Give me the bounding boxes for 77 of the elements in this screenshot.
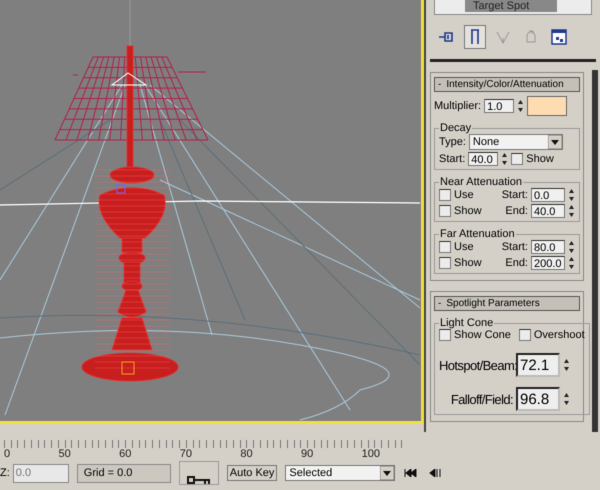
object-name-list[interactable]: Target Spot [434, 0, 592, 15]
start-label: Start: [502, 241, 528, 253]
decay-type-dropdown[interactable]: None [468, 134, 563, 150]
start-label: Start: [502, 189, 528, 201]
spinner-icon[interactable] [517, 99, 524, 113]
checkbox-label: Show Cone [454, 329, 511, 341]
type-label: Type: [439, 136, 466, 148]
checkbox-label: Show [526, 153, 554, 165]
hotspot-field[interactable]: 72.1 [516, 353, 560, 377]
group-title: Decay [439, 122, 472, 134]
jar-icon [526, 30, 536, 44]
checkbox-label: Show [454, 257, 482, 269]
spinner-icon[interactable] [501, 152, 508, 166]
start-label: Start: [439, 153, 466, 165]
z-label: Z: [0, 467, 10, 479]
falloff-label: Falloff/Field: [450, 392, 513, 406]
checkbox-label: Show [454, 205, 482, 217]
collapse-toggle[interactable]: - [438, 298, 442, 309]
falloff-field[interactable]: 96.8 [516, 387, 560, 411]
spinner-icon[interactable] [568, 256, 575, 270]
checkbox[interactable] [439, 241, 451, 253]
group-title: Near Attenuation [439, 176, 523, 188]
color-swatch[interactable] [527, 96, 568, 116]
checkbox[interactable] [518, 329, 531, 341]
spinner-icon[interactable] [568, 240, 575, 254]
end-field[interactable]: 40.0 [531, 204, 565, 218]
rollout-header[interactable]: - Intensity/Color/Attenuation [434, 77, 580, 92]
toolbar-button[interactable] [464, 25, 486, 49]
start-field[interactable]: 80.0 [531, 240, 565, 254]
checkbox-label: Overshoot [534, 329, 585, 341]
z-coordinate-field[interactable]: 0.0 [12, 464, 69, 482]
checkbox-label: Use [454, 241, 474, 253]
key-filter-dropdown[interactable]: Selected [285, 465, 396, 481]
rollout-header[interactable]: - Spotlight Parameters [434, 296, 580, 311]
timeline-tick-label: 100 [362, 448, 380, 460]
set-key-button[interactable] [178, 461, 219, 485]
spinner-icon[interactable] [563, 392, 570, 406]
checkbox[interactable] [439, 329, 451, 341]
multiplier-field[interactable]: 1.0 [484, 99, 514, 113]
funnel-icon [496, 30, 510, 44]
end-label: End: [505, 205, 528, 217]
object-name-item[interactable]: Target Spot [465, 0, 558, 12]
spinner-icon[interactable] [568, 188, 575, 202]
spinner-icon[interactable] [563, 358, 570, 372]
collapse-toggle[interactable]: - [438, 79, 442, 90]
timeline-tick-label: 0 [4, 448, 10, 460]
pin-icon [439, 32, 455, 42]
grid-readout: Grid = 0.0 [76, 464, 171, 482]
checkbox[interactable] [511, 153, 524, 165]
timeline-tick-label: 50 [58, 448, 71, 460]
key-icon [186, 474, 211, 484]
dropdown-arrow-icon[interactable] [548, 135, 562, 149]
timeline-tick-label: 80 [240, 448, 253, 460]
group-title: Far Attenuation [439, 228, 516, 240]
start-field[interactable]: 0.0 [531, 188, 565, 202]
scrollbar[interactable] [592, 70, 598, 432]
checkbox[interactable] [439, 257, 451, 269]
end-field[interactable]: 200.0 [531, 256, 565, 270]
timeline-tick-label: 90 [301, 448, 314, 460]
spinner-icon[interactable] [568, 204, 575, 218]
multiplier-label: Multiplier: [434, 100, 482, 112]
group-title: Light Cone [439, 317, 494, 329]
checkbox[interactable] [439, 205, 451, 217]
timeline-tick-label: 60 [119, 448, 132, 460]
dropdown-arrow-icon[interactable] [380, 466, 394, 480]
rollout-title: Spotlight Parameters [446, 298, 540, 309]
previous-frame-icon [429, 469, 442, 477]
start-field[interactable]: 40.0 [468, 152, 498, 166]
auto-key-button[interactable]: Auto Key [226, 465, 278, 481]
go-to-start-icon [404, 469, 418, 477]
bars-icon [470, 29, 480, 45]
checkbox[interactable] [439, 189, 451, 201]
end-label: End: [505, 257, 528, 269]
rollout-title: Intensity/Color/Attenuation [446, 79, 564, 90]
checkbox-label: Use [454, 189, 474, 201]
config-icon [551, 29, 567, 45]
timeline-tick-label: 70 [180, 448, 192, 460]
